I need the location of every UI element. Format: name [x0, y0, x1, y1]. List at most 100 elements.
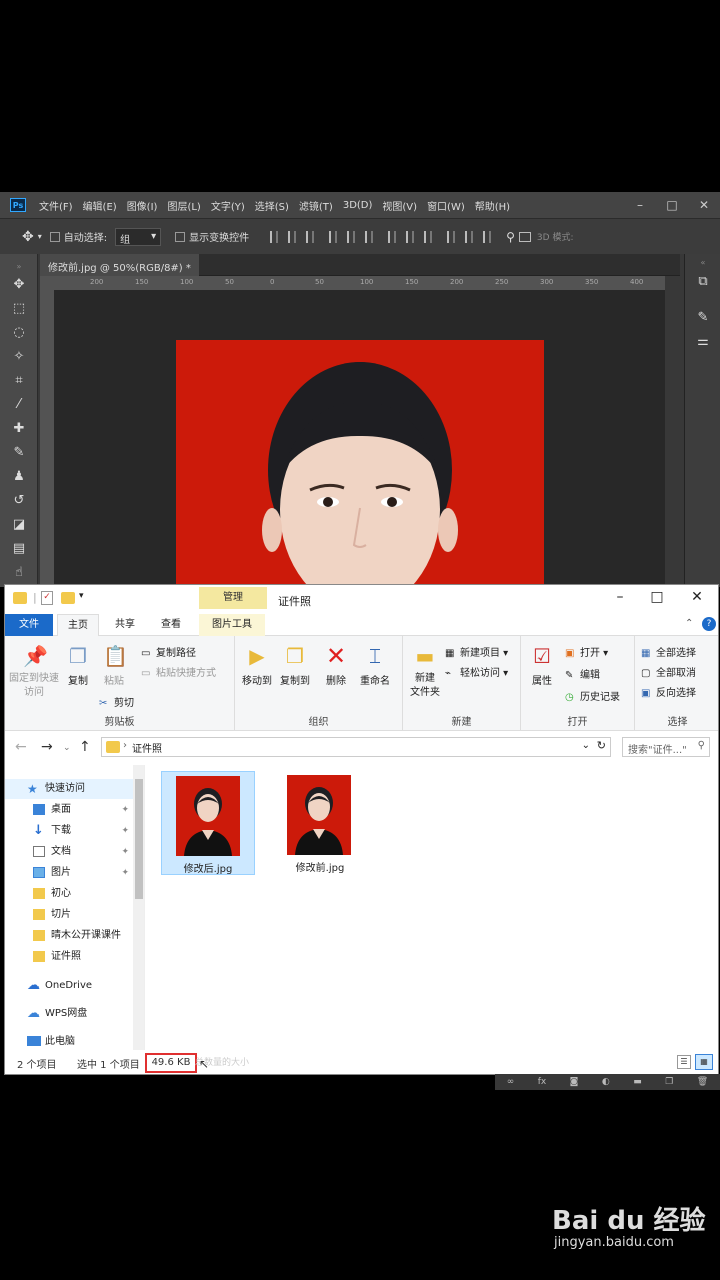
distribute-hcenter-icon[interactable] [465, 230, 474, 243]
menu-window[interactable]: 窗口(W) [427, 198, 465, 213]
select-none-button[interactable]: ▢ 全部取消 [641, 664, 696, 679]
copy-to-button[interactable]: ❐ 复制到 [277, 644, 313, 687]
distribute-right-icon[interactable] [483, 230, 492, 243]
document-canvas[interactable] [54, 290, 665, 587]
distribute-vcenter-icon[interactable] [406, 230, 415, 243]
search-input[interactable]: 搜索"证件..." ⚲ [622, 737, 710, 757]
adjustment-layer-icon[interactable]: ◐ [602, 1077, 610, 1087]
nav-item-desktop[interactable]: 桌面 ✦ [5, 800, 133, 820]
address-box[interactable]: › 证件照 ⌄ ↻ [101, 737, 611, 757]
dropdown-arrow-icon[interactable]: ▾ [38, 232, 42, 241]
nav-item-folder[interactable]: 初心 [5, 884, 133, 904]
tab-file[interactable]: 文件 [5, 614, 53, 636]
gradient-tool-icon[interactable]: ▤ [10, 540, 28, 558]
nav-item-this-pc[interactable]: 此电脑 [5, 1032, 133, 1050]
align-top-icon[interactable] [270, 230, 279, 243]
smudge-tool-icon[interactable]: ☝ [10, 564, 28, 582]
forward-arrow-icon[interactable]: → [41, 739, 53, 755]
layer-mask-icon[interactable]: ◙ [570, 1077, 579, 1087]
align-right-icon[interactable] [365, 230, 374, 243]
paste-button[interactable]: 📋 粘贴 [99, 644, 129, 687]
menu-file[interactable]: 文件(F) [39, 198, 73, 213]
menu-edit[interactable]: 编辑(E) [83, 198, 117, 213]
nav-item-downloads[interactable]: ↓ 下载 ✦ [5, 821, 133, 841]
marquee-tool-icon[interactable]: ⬚ [10, 300, 28, 318]
pin-quick-access-button[interactable]: 📌 固定到快速访问 [9, 644, 59, 700]
lasso-tool-icon[interactable]: ◌ [10, 324, 28, 342]
details-view-icon[interactable]: ☰ [677, 1055, 691, 1069]
minimize-icon[interactable]: – [600, 589, 640, 605]
collapse-ribbon-icon[interactable]: ⌃ [685, 618, 693, 629]
menu-type[interactable]: 文字(Y) [211, 198, 245, 213]
group-icon[interactable]: ▬ [633, 1077, 642, 1087]
back-arrow-icon[interactable]: ← [15, 739, 27, 755]
move-to-button[interactable]: ▶ 移动到 [239, 644, 275, 687]
file-item[interactable]: 修改前.jpg [273, 771, 367, 875]
customize-toolbar-icon[interactable]: ▾ [79, 591, 84, 601]
eraser-tool-icon[interactable]: ◪ [10, 516, 28, 534]
nav-item-folder[interactable]: 切片 [5, 905, 133, 925]
properties-icon[interactable]: ✓ [41, 591, 53, 605]
help-icon[interactable]: ? [702, 617, 716, 631]
new-item-button[interactable]: ▦ 新建项目 ▾ [445, 644, 508, 659]
menu-view[interactable]: 视图(V) [382, 198, 417, 213]
distribute-bottom-icon[interactable] [424, 230, 433, 243]
nav-item-folder[interactable]: 证件照 [5, 947, 133, 967]
history-panel-icon[interactable]: ⧉ [694, 274, 712, 292]
search-icon[interactable]: ⚲ [506, 230, 515, 244]
manage-context-tab[interactable]: 管理 [199, 587, 267, 609]
healing-brush-icon[interactable]: ✚ [10, 420, 28, 438]
cut-button[interactable]: ✂ 剪切 [99, 694, 134, 709]
auto-select-checkbox[interactable] [49, 231, 60, 242]
history-brush-icon[interactable]: ↺ [10, 492, 28, 510]
properties-button[interactable]: ☑ 属性 [527, 644, 557, 687]
open-button[interactable]: ▣ 打开 ▾ [565, 644, 608, 659]
crop-tool-icon[interactable]: ⌗ [10, 372, 28, 390]
maximize-icon[interactable]: □ [637, 589, 677, 605]
link-layers-icon[interactable]: ∞ [507, 1077, 515, 1087]
move-tool-icon[interactable]: ✥ [10, 276, 28, 294]
brush-panel-icon[interactable]: ✎ [694, 310, 712, 328]
transform-controls-checkbox[interactable] [175, 231, 186, 242]
up-arrow-icon[interactable]: ↑ [79, 739, 91, 755]
file-item[interactable]: 修改后.jpg [161, 771, 255, 875]
close-icon[interactable]: ✕ [688, 198, 720, 212]
menu-help[interactable]: 帮助(H) [475, 198, 510, 213]
menu-filter[interactable]: 滤镜(T) [299, 198, 333, 213]
nav-item-wps-cloud[interactable]: ☁ WPS网盘 [5, 1004, 133, 1024]
collapse-icon[interactable]: » [10, 258, 28, 276]
nav-item-pictures[interactable]: 图片 ✦ [5, 863, 133, 883]
workspace-icon[interactable] [518, 231, 531, 242]
close-icon[interactable]: ✕ [677, 589, 717, 605]
nav-item-quick-access[interactable]: ★ 快速访问 [5, 779, 133, 799]
move-tool-icon[interactable]: ✥ [22, 229, 34, 245]
paste-shortcut-button[interactable]: ▭ 粘贴快捷方式 [141, 664, 216, 679]
align-left-icon[interactable] [329, 230, 338, 243]
new-folder-button[interactable]: ▬ 新建 文件夹 [407, 644, 443, 700]
nav-scrollbar[interactable] [133, 765, 144, 1050]
distribute-top-icon[interactable] [388, 230, 397, 243]
refresh-icon[interactable]: ↻ [597, 739, 606, 752]
document-tab[interactable]: 修改前.jpg @ 50%(RGB/8#) * [40, 254, 199, 276]
edit-button[interactable]: ✎ 编辑 [565, 666, 600, 681]
scrollbar-thumb[interactable] [135, 779, 143, 899]
brush-tool-icon[interactable]: ✎ [10, 444, 28, 462]
large-icons-view-icon[interactable]: ▦ [695, 1054, 713, 1070]
menu-3d[interactable]: 3D(D) [343, 200, 373, 211]
eyedropper-icon[interactable]: ⁄ [10, 396, 28, 414]
menu-image[interactable]: 图像(I) [127, 198, 158, 213]
rename-button[interactable]: ⌶ 重命名 [357, 644, 393, 687]
copy-path-button[interactable]: ▭ 复制路径 [141, 644, 196, 659]
align-bottom-icon[interactable] [306, 230, 315, 243]
invert-selection-button[interactable]: ▣ 反向选择 [641, 684, 696, 699]
menu-select[interactable]: 选择(S) [255, 198, 289, 213]
magic-wand-icon[interactable]: ✧ [10, 348, 28, 366]
nav-item-documents[interactable]: 文档 ✦ [5, 842, 133, 862]
select-all-button[interactable]: ▦ 全部选择 [641, 644, 696, 659]
tab-home[interactable]: 主页 [57, 614, 99, 636]
adjustments-panel-icon[interactable]: ⚌ [694, 334, 712, 352]
align-hcenter-icon[interactable] [347, 230, 356, 243]
new-layer-icon[interactable]: ❐ [665, 1077, 673, 1087]
delete-button[interactable]: ✕ 删除 [321, 644, 351, 687]
maximize-icon[interactable]: □ [656, 198, 688, 212]
